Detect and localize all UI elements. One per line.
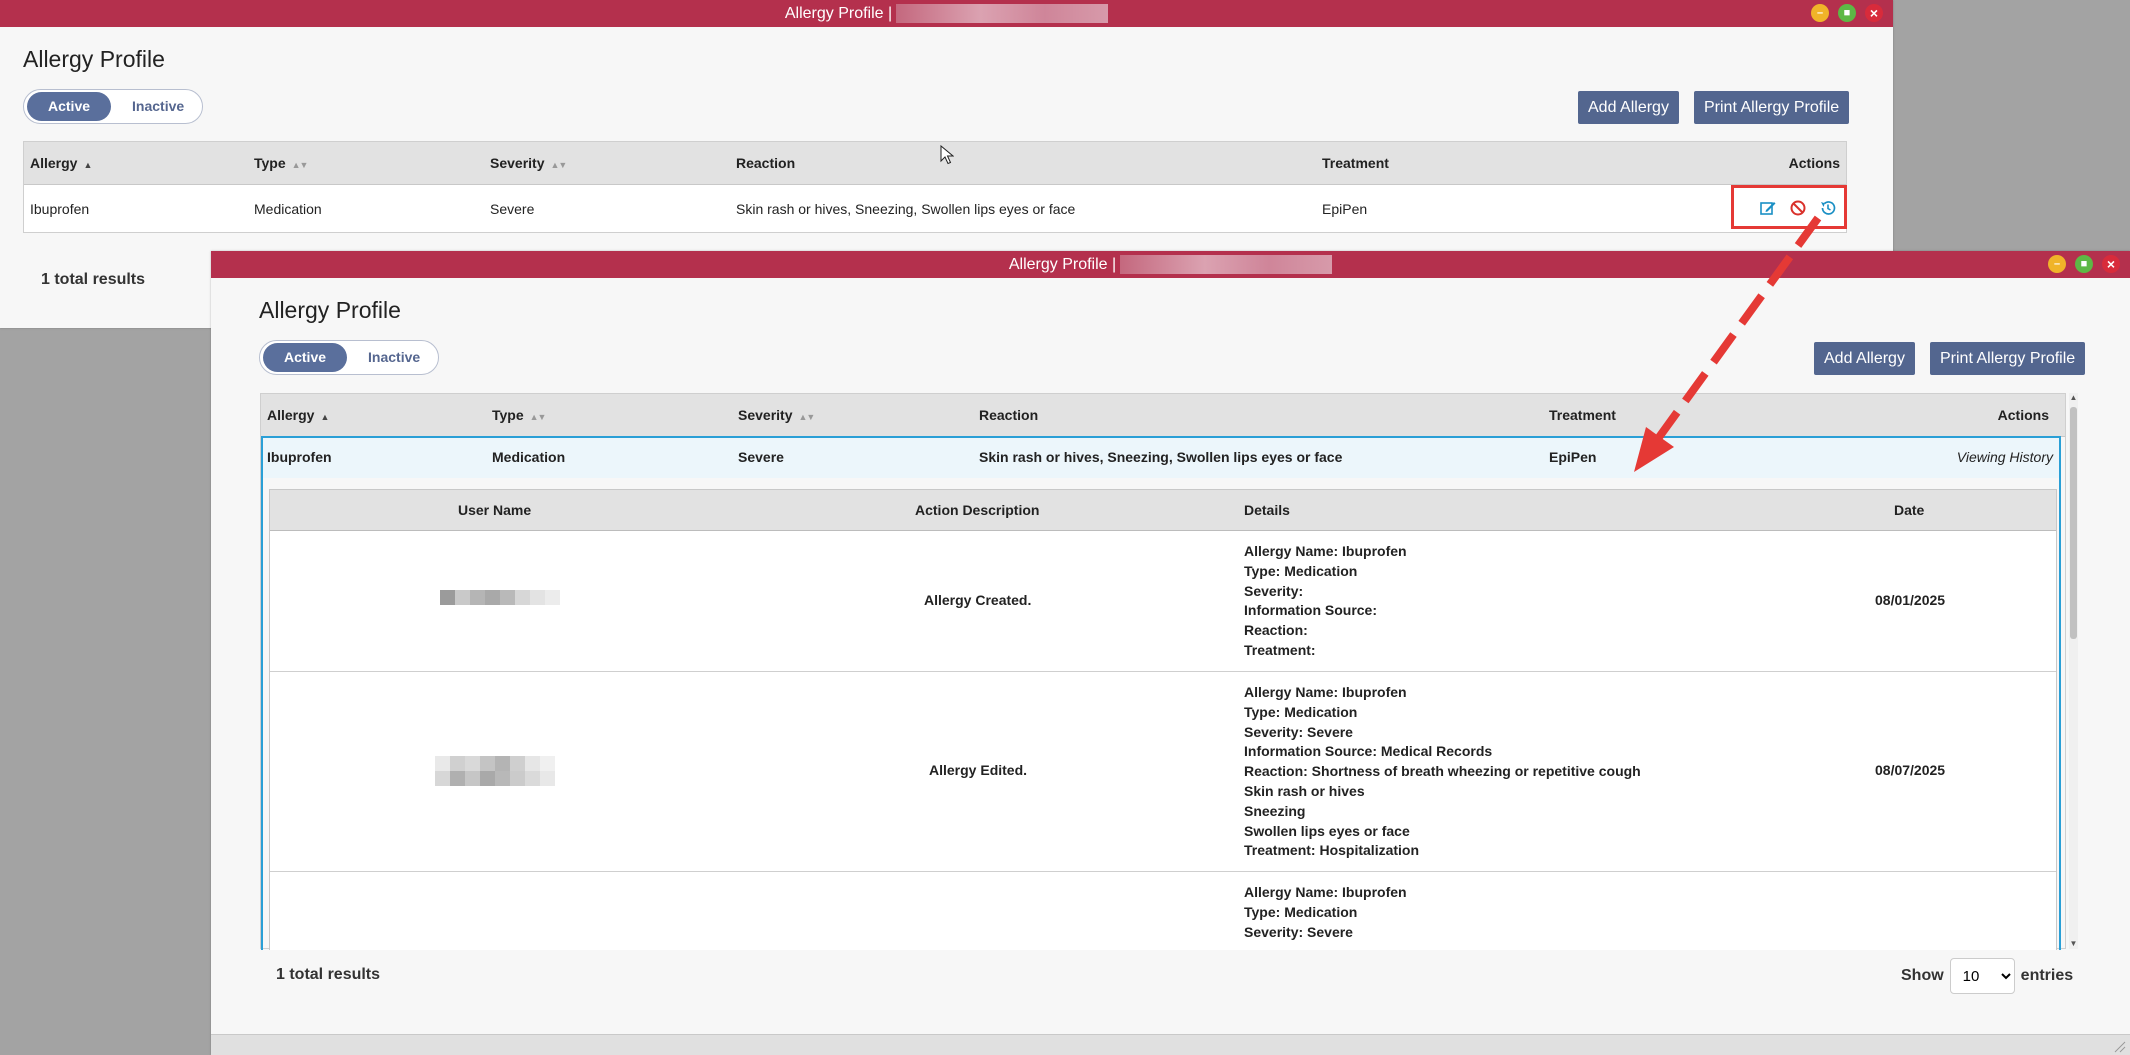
title-bar: Allergy Profile | – ■ × bbox=[0, 0, 1893, 27]
col-severity[interactable]: Severity ▲▼ bbox=[738, 394, 815, 438]
status-strip bbox=[211, 1034, 2130, 1055]
details: Allergy Name: Ibuprofen Type: Medication… bbox=[1244, 884, 1407, 940]
col-date: Date bbox=[1894, 502, 1925, 518]
show-label: Show bbox=[1901, 967, 1944, 984]
col-severity[interactable]: Severity ▲▼ bbox=[490, 142, 567, 186]
cell-severity: Severe bbox=[490, 201, 535, 217]
col-reaction: Reaction bbox=[979, 407, 1039, 423]
col-allergy[interactable]: Allergy ▲ bbox=[267, 394, 329, 438]
cell-severity: Severe bbox=[738, 449, 784, 465]
date: 08/07/2025 bbox=[1875, 762, 1946, 778]
col-actions: Actions bbox=[1788, 155, 1840, 171]
redacted-user-name bbox=[435, 756, 555, 786]
table-row[interactable]: Ibuprofen Medication Severe Skin rash or… bbox=[263, 438, 2059, 478]
allergy-table: Allergy ▲ Type ▲▼ Severity ▲▼ Reaction Trea… bbox=[23, 141, 1847, 233]
table-header: Allergy ▲ Type ▲▼ Severity ▲▼ Reaction Trea… bbox=[261, 394, 2065, 437]
minimize-icon[interactable]: – bbox=[2048, 255, 2066, 273]
allergy-table: Allergy ▲ Type ▲▼ Severity ▲▼ Reaction Trea… bbox=[260, 393, 2066, 950]
cell-type: Medication bbox=[492, 449, 566, 465]
viewing-history-status: Viewing History bbox=[1956, 449, 2053, 465]
page-title: Allergy Profile bbox=[259, 297, 401, 323]
date: 08/01/2025 bbox=[1875, 592, 1946, 608]
col-treatment: Treatment bbox=[1322, 155, 1389, 171]
cell-allergy: Ibuprofen bbox=[30, 201, 90, 217]
col-user-name: User Name bbox=[458, 502, 532, 518]
actions-highlight-box bbox=[1731, 185, 1847, 229]
total-results: 1 total results bbox=[276, 966, 381, 983]
entries-label: entries bbox=[2020, 967, 2074, 984]
maximize-icon[interactable]: ■ bbox=[1838, 4, 1856, 22]
entries-per-page-select[interactable]: 10 bbox=[1949, 958, 2015, 994]
redacted-user-name bbox=[440, 590, 560, 605]
minimize-icon[interactable]: – bbox=[1811, 4, 1829, 22]
close-icon[interactable]: × bbox=[2102, 255, 2120, 273]
cell-treatment: EpiPen bbox=[1322, 201, 1368, 217]
selected-row-container: Ibuprofen Medication Severe Skin rash or… bbox=[261, 436, 2061, 950]
close-icon[interactable]: × bbox=[1865, 4, 1883, 22]
print-allergy-profile-button[interactable]: Print Allergy Profile bbox=[1694, 91, 1850, 124]
redacted-patient-name bbox=[1120, 255, 1333, 274]
cell-treatment: EpiPen bbox=[1549, 449, 1597, 465]
scrollbar-thumb[interactable] bbox=[2070, 407, 2077, 639]
cell-allergy: Ibuprofen bbox=[267, 449, 332, 465]
entries-control: Show 10 entries bbox=[1901, 956, 2073, 996]
scroll-down-arrow[interactable]: ▼ bbox=[2069, 939, 2078, 949]
action-description: Allergy Edited. bbox=[929, 762, 1028, 778]
history-table: User Name Action Description Details Dat… bbox=[269, 489, 2057, 950]
add-allergy-button[interactable]: Add Allergy bbox=[1578, 91, 1679, 124]
col-allergy[interactable]: Allergy ▲ bbox=[30, 142, 92, 186]
col-actions: Actions bbox=[1997, 407, 2049, 423]
maximize-icon[interactable]: ■ bbox=[2075, 255, 2093, 273]
title-bar: Allergy Profile | – ■ × bbox=[211, 251, 2130, 278]
col-reaction: Reaction bbox=[736, 155, 796, 171]
scroll-up-arrow[interactable]: ▲ bbox=[2069, 393, 2078, 403]
action-description: Allergy Created. bbox=[924, 592, 1032, 608]
tab-active[interactable]: Active bbox=[263, 343, 348, 372]
history-row: Allergy Created. Allergy Name: Ibuprofen… bbox=[270, 531, 2056, 672]
cell-reaction: Skin rash or hives, Sneezing, Swollen li… bbox=[736, 201, 1076, 217]
col-action-description: Action Description bbox=[915, 502, 1040, 518]
front-window: Allergy Profile | – ■ × Allergy Profile … bbox=[211, 251, 2130, 1055]
history-row: Allergy Name: Ibuprofen Type: Medication… bbox=[270, 872, 2056, 950]
window-title: Allergy Profile | bbox=[784, 4, 893, 22]
history-row: Allergy Edited. Allergy Name: Ibuprofen … bbox=[270, 672, 2056, 872]
redacted-patient-name bbox=[896, 4, 1109, 23]
col-treatment: Treatment bbox=[1549, 407, 1616, 423]
cell-type: Medication bbox=[254, 201, 322, 217]
table-header: Allergy ▲ Type ▲▼ Severity ▲▼ Reaction Trea… bbox=[24, 142, 1846, 185]
details: Allergy Name: Ibuprofen Type: Medication… bbox=[1244, 543, 1407, 658]
status-toggle: Active Inactive bbox=[23, 89, 203, 124]
col-type[interactable]: Type ▲▼ bbox=[254, 142, 308, 186]
resize-grip-icon[interactable] bbox=[2110, 1037, 2126, 1053]
mouse-cursor-icon bbox=[940, 145, 954, 165]
col-details: Details bbox=[1244, 502, 1290, 518]
total-results: 1 total results bbox=[41, 271, 146, 288]
col-type[interactable]: Type ▲▼ bbox=[492, 394, 546, 438]
window-title: Allergy Profile | bbox=[1008, 255, 1117, 273]
cell-reaction: Skin rash or hives, Sneezing, Swollen li… bbox=[979, 449, 1343, 465]
status-toggle: Active Inactive bbox=[259, 340, 439, 375]
tab-active[interactable]: Active bbox=[27, 92, 112, 121]
page-title: Allergy Profile bbox=[23, 46, 165, 72]
vertical-scrollbar[interactable]: ▲ ▼ bbox=[2069, 393, 2078, 949]
print-allergy-profile-button[interactable]: Print Allergy Profile bbox=[1930, 342, 2086, 375]
add-allergy-button[interactable]: Add Allergy bbox=[1814, 342, 1915, 375]
history-header: User Name Action Description Details Dat… bbox=[270, 490, 2056, 531]
details: Allergy Name: Ibuprofen Type: Medication… bbox=[1244, 684, 1641, 859]
tab-inactive[interactable]: Inactive bbox=[347, 343, 441, 372]
tab-inactive[interactable]: Inactive bbox=[111, 92, 205, 121]
